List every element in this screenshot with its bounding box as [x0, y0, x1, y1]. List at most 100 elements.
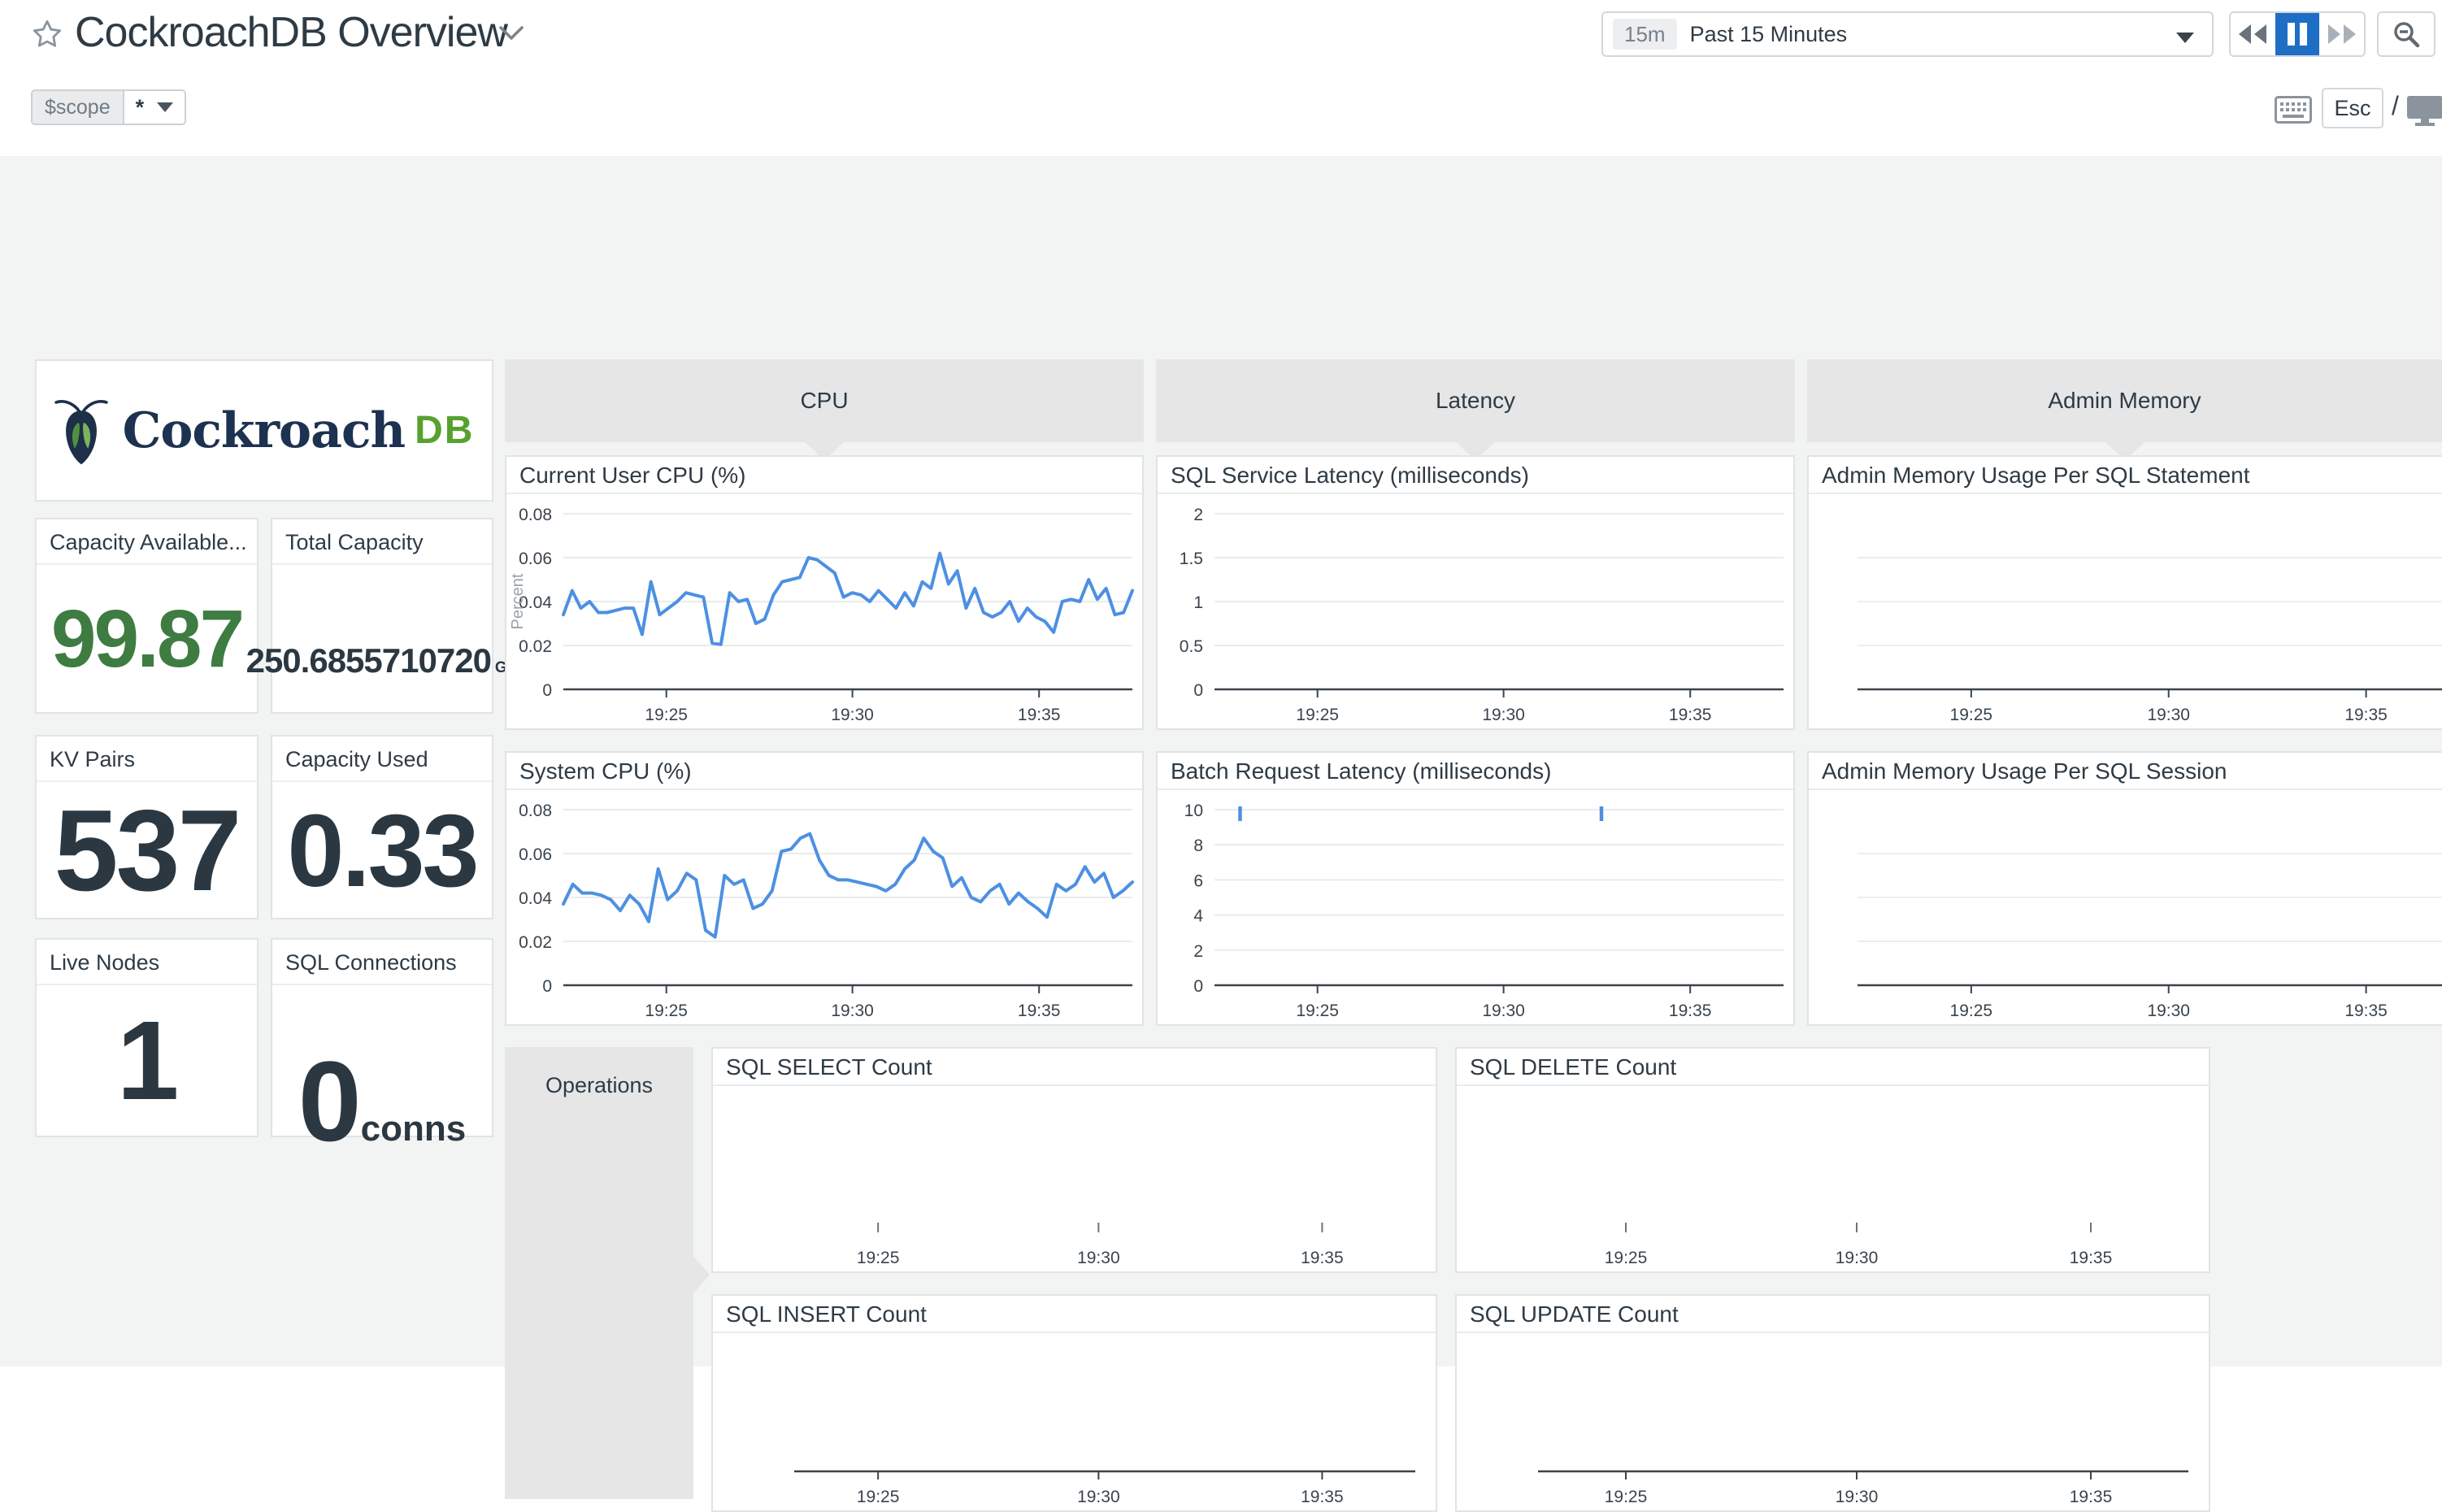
- svg-text:8: 8: [1193, 836, 1203, 855]
- star-icon[interactable]: [31, 18, 63, 50]
- chart-panel-current-user-cpu[interactable]: Current User CPU (%) 0.080.060.040.02019…: [505, 455, 1144, 730]
- svg-text:19:30: 19:30: [1482, 706, 1525, 724]
- fast-forward-button[interactable]: [2319, 13, 2364, 55]
- chevron-down-icon[interactable]: [498, 23, 525, 42]
- svg-text:Percent: Percent: [509, 573, 527, 629]
- svg-text:0.04: 0.04: [519, 889, 552, 908]
- svg-text:19:30: 19:30: [2147, 1001, 2190, 1020]
- svg-text:6: 6: [1193, 871, 1203, 890]
- svg-text:19:30: 19:30: [2147, 706, 2190, 724]
- line-chart: 19:2519:3019:35: [1457, 1335, 2209, 1510]
- chart-panel-sql-update-count[interactable]: SQL UPDATE Count 19:2519:3019:35: [1455, 1294, 2210, 1512]
- dashboard-content: Cockroach DB Capacity Available... 99.87…: [0, 156, 2442, 1366]
- tile-sql-connections[interactable]: SQL Connections 0 conns: [271, 938, 493, 1137]
- svg-text:4: 4: [1193, 907, 1203, 926]
- svg-text:19:25: 19:25: [1296, 1001, 1339, 1020]
- svg-text:19:35: 19:35: [2070, 1488, 2113, 1506]
- svg-text:19:35: 19:35: [1018, 1001, 1061, 1020]
- chart-title: Current User CPU (%): [506, 457, 1142, 494]
- svg-text:19:25: 19:25: [645, 706, 688, 724]
- line-chart: 19:2519:3019:35: [1457, 1088, 2209, 1271]
- svg-text:0.06: 0.06: [519, 550, 552, 568]
- svg-text:0: 0: [1193, 977, 1203, 996]
- tile-title: Live Nodes: [37, 940, 257, 985]
- caret-down-icon: [2176, 33, 2194, 43]
- chart-panel-sql-delete-count[interactable]: SQL DELETE Count 19:2519:3019:35: [1455, 1047, 2210, 1273]
- svg-text:0: 0: [542, 681, 552, 700]
- tile-capacity-used[interactable]: Capacity Used 0.33: [271, 735, 493, 919]
- chart-panel-batch-request-latency[interactable]: Batch Request Latency (milliseconds) 108…: [1156, 751, 1795, 1026]
- app-header: CockroachDB Overview 15m Past 15 Minutes: [0, 0, 2442, 156]
- svg-text:0.02: 0.02: [519, 637, 552, 656]
- svg-text:0.06: 0.06: [519, 845, 552, 864]
- fullscreen-button[interactable]: [2406, 94, 2442, 131]
- pause-button[interactable]: [2275, 13, 2320, 55]
- esc-button[interactable]: Esc: [2322, 88, 2383, 128]
- svg-text:1: 1: [1193, 593, 1203, 612]
- tile-title: KV Pairs: [37, 736, 257, 782]
- group-label: Admin Memory: [2048, 388, 2201, 414]
- tile-kv-pairs[interactable]: KV Pairs 537: [35, 735, 259, 919]
- caret-down-icon: [157, 102, 173, 112]
- chart-panel-admin-memory-session[interactable]: Admin Memory Usage Per SQL Session 19:25…: [1807, 751, 2442, 1026]
- chart-title: Admin Memory Usage Per SQL Statement: [1809, 457, 2442, 494]
- chart-panel-sql-select-count[interactable]: SQL SELECT Count 19:25 19:30 19:35: [711, 1047, 1437, 1273]
- tile-live-nodes[interactable]: Live Nodes 1: [35, 938, 259, 1137]
- svg-text:19:30: 19:30: [1077, 1488, 1120, 1506]
- line-chart: 19:2519:3019:35: [1809, 792, 2442, 1024]
- svg-text:19:35: 19:35: [1018, 706, 1061, 724]
- svg-text:0.02: 0.02: [519, 933, 552, 952]
- line-chart: 19:2519:3019:35: [713, 1335, 1436, 1510]
- svg-text:19:25: 19:25: [1605, 1488, 1648, 1506]
- zoom-out-icon: [2392, 20, 2421, 49]
- svg-text:19:35: 19:35: [1669, 1001, 1712, 1020]
- svg-text:19:35: 19:35: [1301, 1488, 1344, 1506]
- time-range-label: Past 15 Minutes: [1690, 22, 1848, 47]
- chart-panel-sql-insert-count[interactable]: SQL INSERT Count 19:2519:3019:35: [711, 1294, 1437, 1512]
- template-variable-scope[interactable]: $scope *: [31, 89, 186, 125]
- group-label: CPU: [800, 388, 848, 414]
- chart-panel-system-cpu[interactable]: System CPU (%) 0.080.060.040.02019:2519:…: [505, 751, 1144, 1026]
- svg-text:19:30: 19:30: [1836, 1249, 1879, 1267]
- group-header-latency[interactable]: Latency: [1156, 359, 1795, 442]
- tile-value: 0.33: [287, 792, 476, 910]
- tile-capacity-available[interactable]: Capacity Available... 99.87: [35, 518, 259, 714]
- svg-text:10: 10: [1184, 802, 1203, 820]
- svg-text:19:35: 19:35: [1669, 706, 1712, 724]
- rewind-button[interactable]: [2231, 13, 2275, 55]
- tile-total-capacity[interactable]: Total Capacity 250.6855710720 GB: [271, 518, 493, 714]
- keyboard-shortcuts-button[interactable]: [2275, 96, 2312, 128]
- svg-text:0.5: 0.5: [1180, 637, 1203, 656]
- chart-panel-sql-service-latency[interactable]: SQL Service Latency (milliseconds) 21.51…: [1156, 455, 1795, 730]
- group-label: Latency: [1436, 388, 1515, 414]
- svg-text:2: 2: [1193, 506, 1203, 524]
- svg-text:1.5: 1.5: [1180, 550, 1203, 568]
- cockroachdb-logo-panel: Cockroach DB: [35, 359, 493, 502]
- svg-text:19:25: 19:25: [857, 1249, 900, 1267]
- line-chart: 108642019:2519:3019:35: [1158, 792, 1793, 1024]
- svg-text:19:35: 19:35: [1301, 1249, 1344, 1267]
- group-header-operations[interactable]: Operations: [505, 1047, 693, 1499]
- time-range-selector[interactable]: 15m Past 15 Minutes: [1601, 11, 2214, 57]
- group-header-cpu[interactable]: CPU: [505, 359, 1144, 442]
- chart-title: System CPU (%): [506, 753, 1142, 790]
- chart-title: SQL SELECT Count: [713, 1049, 1436, 1086]
- tile-title: SQL Connections: [272, 940, 492, 985]
- chart-title: SQL UPDATE Count: [1457, 1296, 2209, 1333]
- tile-value: 1: [117, 997, 177, 1126]
- svg-text:19:30: 19:30: [831, 706, 874, 724]
- svg-text:19:30: 19:30: [1077, 1249, 1120, 1267]
- zoom-out-button[interactable]: [2377, 11, 2435, 57]
- line-chart: 19:2519:3019:35: [1809, 496, 2442, 728]
- time-range-badge: 15m: [1613, 19, 1677, 50]
- line-chart: 0.080.060.040.02019:2519:3019:35: [506, 792, 1142, 1024]
- tile-value: 250.6855710720: [246, 641, 491, 680]
- svg-text:0.08: 0.08: [519, 802, 552, 820]
- pause-icon: [2287, 22, 2308, 46]
- monitor-icon: [2406, 94, 2442, 127]
- svg-text:2: 2: [1193, 942, 1203, 961]
- chart-panel-admin-memory-statement[interactable]: Admin Memory Usage Per SQL Statement 19:…: [1807, 455, 2442, 730]
- page-title: CockroachDB Overview: [75, 8, 507, 57]
- group-header-admin-memory[interactable]: Admin Memory: [1807, 359, 2442, 442]
- tile-value: 537: [54, 784, 240, 918]
